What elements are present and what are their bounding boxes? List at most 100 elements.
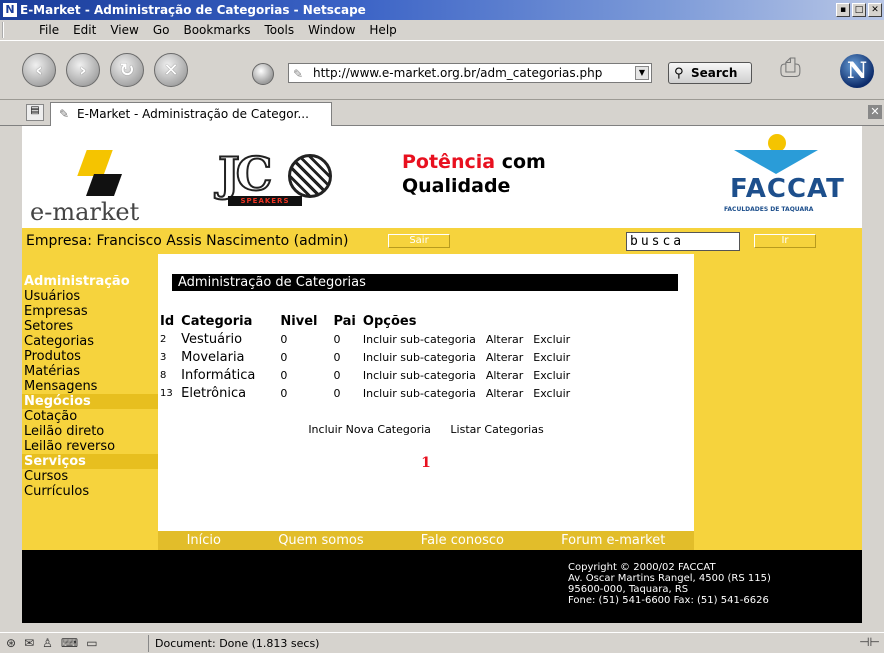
mail-icon[interactable]: ✉ xyxy=(24,636,34,650)
new-tab-icon[interactable]: ▤ xyxy=(26,104,44,121)
maximize-icon[interactable]: □ xyxy=(852,3,866,17)
go-button[interactable]: Ir xyxy=(754,234,816,248)
column-header-pai: Pai xyxy=(333,313,356,329)
toolbar-grip[interactable] xyxy=(2,22,12,38)
footer-nav-links: Início Quem somos Fale conosco Forum e-m… xyxy=(158,531,694,550)
new-category-link[interactable]: Incluir Nova Categoria xyxy=(308,423,431,436)
delete-link[interactable]: Excluir xyxy=(533,387,570,400)
slogan: Potência com Qualidade xyxy=(402,150,546,198)
sidebar-item-leilao-reverso[interactable]: Leilão reverso xyxy=(22,439,158,454)
ball-icon xyxy=(288,154,332,198)
logo-shape-yellow xyxy=(77,150,113,176)
include-subcategory-link[interactable]: Incluir sub-categoria xyxy=(363,333,476,346)
sidebar-heading-servicos: Serviços xyxy=(22,454,158,469)
sidebar-item-categorias[interactable]: Categorias xyxy=(22,334,158,349)
netscape-logo-icon[interactable]: N xyxy=(840,54,874,88)
include-subcategory-link[interactable]: Incluir sub-categoria xyxy=(363,387,476,400)
list-categories-link[interactable]: Listar Categorias xyxy=(450,423,543,436)
footer-link-fale-conosco[interactable]: Fale conosco xyxy=(421,533,504,548)
back-icon[interactable]: ‹ xyxy=(22,53,56,87)
sidebar-item-setores[interactable]: Setores xyxy=(22,319,158,334)
chat-icon[interactable]: ⌨ xyxy=(61,636,78,650)
emarket-logo[interactable]: e-market xyxy=(30,144,170,226)
menu-file[interactable]: File xyxy=(32,23,66,37)
left-gutter xyxy=(0,126,22,623)
edit-link[interactable]: Alterar xyxy=(486,351,523,364)
composer-icon[interactable]: ♙ xyxy=(42,636,53,650)
tab-active[interactable]: ✎ E-Market - Administração de Categor... xyxy=(50,102,332,126)
menu-view[interactable]: View xyxy=(103,23,145,37)
sidebar-item-produtos[interactable]: Produtos xyxy=(22,349,158,364)
sidebar-item-cursos[interactable]: Cursos xyxy=(22,469,158,484)
sidebar-item-curriculos[interactable]: Currículos xyxy=(22,484,158,499)
print-icon[interactable]: ⎙ xyxy=(780,53,820,87)
stop-icon[interactable]: ✕ xyxy=(154,53,188,87)
sidebar-item-usuarios[interactable]: Usuários xyxy=(22,289,158,304)
slogan-part-2: Qualidade xyxy=(402,175,511,197)
categories-table: Id Categoria Nivel Pai Opções 2 Vestuári… xyxy=(158,312,585,402)
edit-link[interactable]: Alterar xyxy=(486,369,523,382)
include-subcategory-link[interactable]: Incluir sub-categoria xyxy=(363,369,476,382)
category-actions: Incluir Nova Categoria Listar Categorias xyxy=(158,423,694,436)
jc-speakers-logo: JC SPEAKERS xyxy=(217,147,350,206)
cell-options: Incluir sub-categoria Alterar Excluir xyxy=(361,330,585,348)
close-tab-icon[interactable]: ✕ xyxy=(868,105,882,119)
copyright-line: Copyright © 2000/02 FACCAT xyxy=(568,562,716,573)
cell-options: Incluir sub-categoria Alterar Excluir xyxy=(361,366,585,384)
site-search-input[interactable]: busca xyxy=(626,232,740,251)
cell-pai: 0 xyxy=(333,386,341,400)
logout-button[interactable]: Sair xyxy=(388,234,450,248)
menu-edit[interactable]: Edit xyxy=(66,23,103,37)
slogan-part: com xyxy=(495,151,546,173)
page-icon: ✎ xyxy=(293,67,304,81)
online-status-icon[interactable]: ⊣⊢ xyxy=(859,635,880,649)
footer-link-quem-somos[interactable]: Quem somos xyxy=(278,533,363,548)
search-button[interactable]: ⚲ Search xyxy=(668,62,752,84)
column-header-opcoes: Opções xyxy=(362,313,417,329)
menu-bookmarks[interactable]: Bookmarks xyxy=(176,23,257,37)
edit-link[interactable]: Alterar xyxy=(486,387,523,400)
edit-link[interactable]: Alterar xyxy=(486,333,523,346)
cell-id: 8 xyxy=(160,369,167,381)
menu-go[interactable]: Go xyxy=(146,23,177,37)
include-subcategory-link[interactable]: Incluir sub-categoria xyxy=(363,351,476,364)
address-book-icon[interactable]: ▭ xyxy=(86,636,97,650)
sidebar-item-cotacao[interactable]: Cotação xyxy=(22,409,158,424)
navigator-icon[interactable]: ⊛ xyxy=(6,636,16,650)
sidebar-item-materias[interactable]: Matérias xyxy=(22,364,158,379)
company-label: Empresa: Francisco Assis Nascimento (adm… xyxy=(26,233,349,249)
minimize-icon[interactable]: ▪ xyxy=(836,3,850,17)
footer-link-forum[interactable]: Forum e-market xyxy=(561,533,665,548)
reload-icon[interactable]: ↻ xyxy=(110,53,144,87)
main-content: Administração de Categorias Id Categoria… xyxy=(158,254,694,531)
address-line: Av. Oscar Martins Rangel, 4500 (RS 115) xyxy=(568,573,771,584)
speakers-label: SPEAKERS xyxy=(228,196,302,206)
delete-link[interactable]: Excluir xyxy=(533,333,570,346)
horizontal-scrollbar[interactable] xyxy=(0,623,884,632)
sidebar-item-empresas[interactable]: Empresas xyxy=(22,304,158,319)
column-header-id: Id xyxy=(160,313,175,329)
url-dropdown-icon[interactable]: ▼ xyxy=(635,66,649,80)
menu-help[interactable]: Help xyxy=(362,23,403,37)
window-title-bar[interactable]: N E-Market - Administração de Categorias… xyxy=(0,0,884,20)
window-controls: ▪ □ ✕ xyxy=(836,3,882,17)
footer-link-inicio[interactable]: Início xyxy=(187,533,221,548)
sidebar-item-leilao-direto[interactable]: Leilão direto xyxy=(22,424,158,439)
delete-link[interactable]: Excluir xyxy=(533,351,570,364)
page-title: Administração de Categorias xyxy=(172,274,678,291)
table-row: 3 Movelaria 0 0 Incluir sub-categoria Alt… xyxy=(158,348,585,366)
page-number-link[interactable]: 1 xyxy=(158,455,694,471)
sidebar-item-mensagens[interactable]: Mensagens xyxy=(22,379,158,394)
table-row: 13 Eletrônica 0 0 Incluir sub-categoria A… xyxy=(158,384,585,402)
cell-options: Incluir sub-categoria Alterar Excluir xyxy=(361,384,585,402)
url-field[interactable]: ✎ http://www.e-market.org.br/adm_categor… xyxy=(288,63,652,83)
menu-window[interactable]: Window xyxy=(301,23,362,37)
delete-link[interactable]: Excluir xyxy=(533,369,570,382)
cell-pai: 0 xyxy=(333,368,341,382)
close-window-icon[interactable]: ✕ xyxy=(868,3,882,17)
body-area: Administração Usuários Empresas Setores … xyxy=(22,254,862,531)
menu-tools[interactable]: Tools xyxy=(258,23,302,37)
forward-icon[interactable]: › xyxy=(66,53,100,87)
home-icon[interactable] xyxy=(252,63,274,85)
cell-id: 13 xyxy=(160,387,173,399)
